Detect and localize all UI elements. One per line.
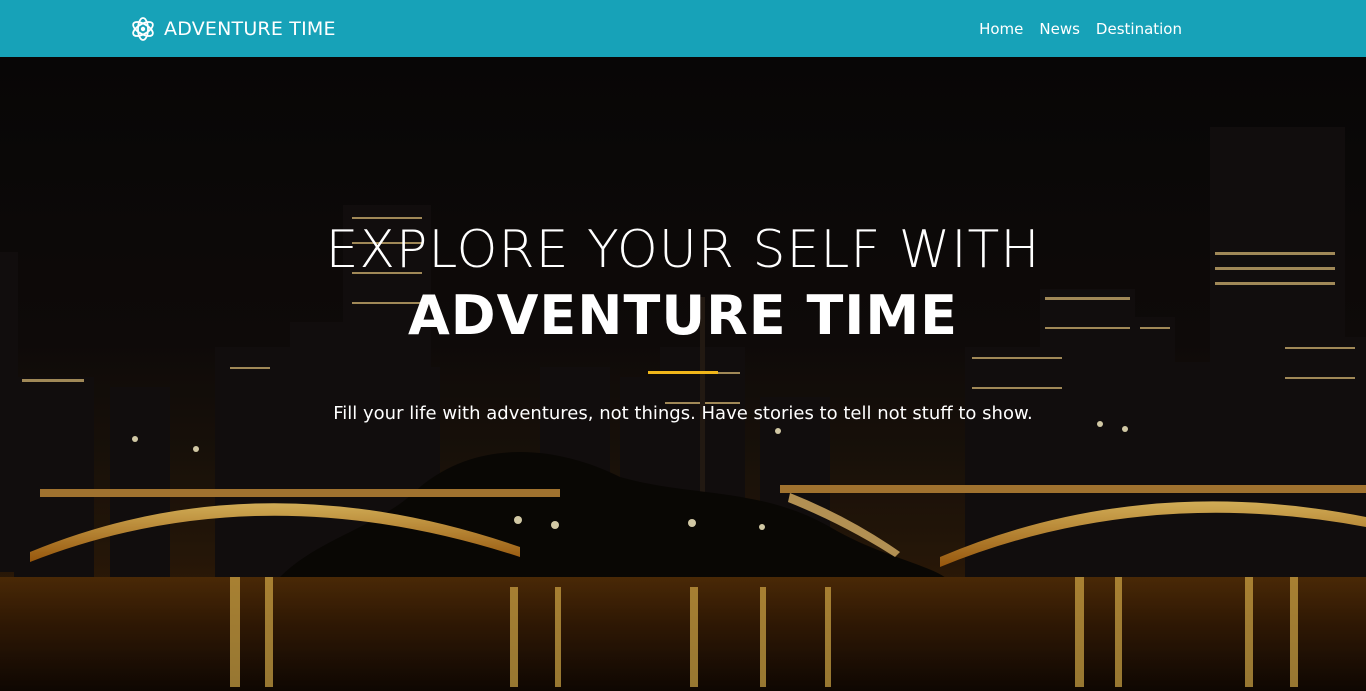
nav-links: Home News Destination xyxy=(979,0,1182,57)
brand-logo-link[interactable]: ADVENTURE TIME xyxy=(130,10,336,48)
top-navbar: ADVENTURE TIME Home News Destination xyxy=(0,0,1366,57)
hero-divider xyxy=(648,371,718,374)
brand-name: ADVENTURE TIME xyxy=(164,18,336,40)
atom-star-icon xyxy=(132,17,154,41)
hero-section: EXPLORE YOUR SELF WITH ADVENTURE TIME Fi… xyxy=(0,57,1366,691)
nav-link-home[interactable]: Home xyxy=(979,20,1023,38)
hero-content: EXPLORE YOUR SELF WITH ADVENTURE TIME Fi… xyxy=(0,57,1366,691)
hero-heading-line2: ADVENTURE TIME xyxy=(408,284,958,347)
nav-link-news[interactable]: News xyxy=(1039,20,1080,38)
hero-heading-line1: EXPLORE YOUR SELF WITH xyxy=(325,220,1041,280)
hero-tagline: Fill your life with adventures, not thin… xyxy=(333,403,1033,424)
nav-link-destination[interactable]: Destination xyxy=(1096,20,1182,38)
